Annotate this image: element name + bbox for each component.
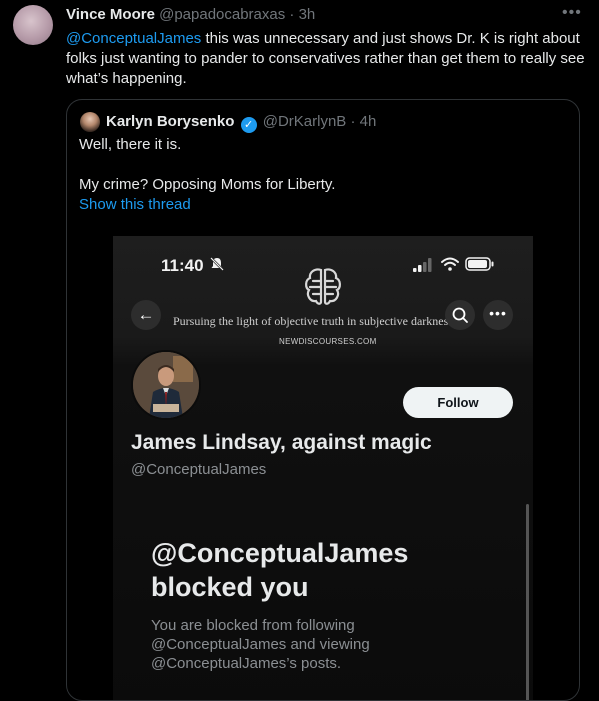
scrollbar[interactable] [526, 504, 529, 700]
timestamp[interactable]: 3h [299, 6, 316, 23]
quote-timestamp[interactable]: 4h [360, 113, 377, 130]
blocked-body-line: @ConceptualJames and viewing [151, 636, 370, 653]
more-horizontal-icon[interactable]: ••• [483, 300, 513, 330]
brain-logo-icon [305, 268, 341, 305]
status-time: 11:40 [161, 256, 204, 275]
profile-name: James Lindsay, against magic [131, 431, 432, 454]
blocked-body-line: You are blocked from following [151, 617, 355, 634]
blocked-body: You are blocked from following @Conceptu… [151, 616, 491, 673]
author-handle[interactable]: @papadocabraxas [159, 6, 285, 23]
blocked-title-line: blocked you [151, 572, 309, 602]
back-arrow-icon[interactable]: ← [131, 300, 161, 330]
quote-header: Karlyn Borysenko ✓ @DrKarlynB · 4h [106, 113, 376, 133]
blocked-title-line: @ConceptualJames [151, 538, 409, 568]
profile-photo[interactable] [131, 350, 201, 420]
blocked-body-line: @ConceptualJames’s posts. [151, 655, 342, 672]
quote-line: Well, there it is. [79, 136, 182, 153]
author-name[interactable]: Vince Moore [66, 6, 155, 23]
quote-separator: · [350, 113, 356, 130]
battery-icon [465, 257, 494, 271]
quote-author-handle[interactable]: @DrKarlynB [263, 113, 347, 130]
bell-muted-icon [210, 257, 224, 271]
profile-handle: @ConceptualJames [131, 461, 267, 478]
tweet-text: @ConceptualJames this was unnecessary an… [66, 29, 586, 89]
more-horizontal-icon[interactable]: ••• [562, 4, 582, 22]
quoted-tweet[interactable]: Karlyn Borysenko ✓ @DrKarlynB · 4h Well,… [66, 99, 580, 701]
blocked-title: @ConceptualJames blocked you [151, 536, 491, 604]
avatar[interactable] [13, 5, 53, 45]
signal-icon [413, 258, 432, 272]
quote-avatar[interactable] [80, 112, 100, 132]
follow-button[interactable]: Follow [403, 387, 513, 418]
tweet-header: Vince Moore @papadocabraxas · 3h [66, 6, 315, 23]
wifi-icon [441, 257, 459, 271]
quote-author-name[interactable]: Karlyn Borysenko [106, 113, 234, 130]
separator: · [289, 6, 295, 23]
banner-url: NEWDISCOURSES.COM [279, 337, 377, 346]
quote-text: Well, there it is. My crime? Opposing Mo… [79, 135, 335, 215]
verified-badge-icon: ✓ [240, 117, 257, 133]
banner-tagline: Pursuing the light of objective truth in… [173, 314, 456, 328]
show-thread-link[interactable]: Show this thread [79, 195, 335, 215]
search-icon[interactable] [445, 300, 475, 330]
quote-line: My crime? Opposing Moms for Liberty. [79, 176, 336, 193]
embedded-screenshot[interactable]: 11:40 ← Pursuing the light of objective … [113, 236, 533, 700]
mention-link[interactable]: @ConceptualJames [66, 30, 201, 47]
